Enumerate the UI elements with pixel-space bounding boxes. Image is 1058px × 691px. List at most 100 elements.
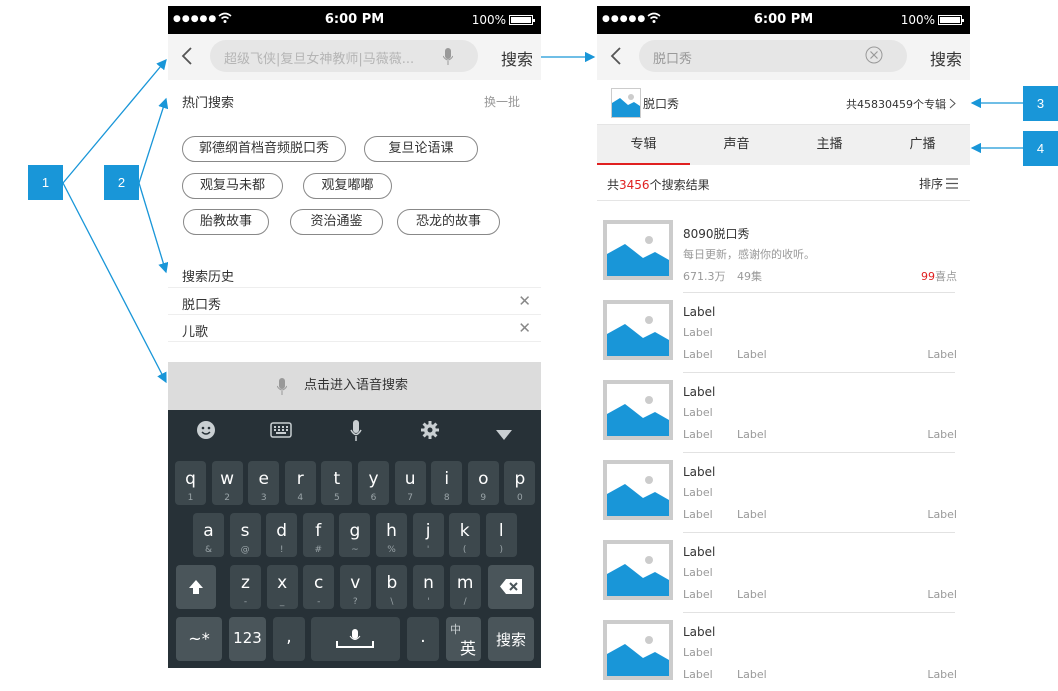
key-n[interactable]: n ' xyxy=(413,565,444,609)
gear-icon[interactable] xyxy=(418,420,442,445)
key-q[interactable]: q1 xyxy=(175,461,206,505)
result-subtitle: 每日更新，感谢你的收听。 xyxy=(683,248,815,261)
symbol-key[interactable]: ~* xyxy=(176,617,222,661)
backspace-key[interactable] xyxy=(488,565,534,609)
hot-tag[interactable]: 复旦论语课 xyxy=(364,136,478,162)
tab-sounds[interactable]: 声音 xyxy=(690,125,783,165)
tab-hosts[interactable]: 主播 xyxy=(783,125,876,165)
key-h[interactable]: h% xyxy=(376,513,407,557)
tab-albums[interactable]: 专辑 xyxy=(597,125,690,165)
key-label: p xyxy=(514,469,526,489)
key-l[interactable]: l) xyxy=(485,513,517,557)
album-cover-image xyxy=(603,300,673,360)
hot-tag[interactable]: 观复嘟嘟 xyxy=(303,173,392,199)
key-a[interactable]: a & xyxy=(193,513,224,557)
key-f[interactable]: f # xyxy=(302,513,334,557)
key-o[interactable]: o9 xyxy=(467,461,499,505)
microphone-icon[interactable] xyxy=(344,420,368,447)
result-likes: Label xyxy=(927,588,957,601)
hot-tag[interactable]: 恐龙的故事 xyxy=(397,209,500,235)
search-input[interactable]: 超级飞侠|复旦女神教师|马薇薇... xyxy=(210,40,478,72)
result-item[interactable]: Label Label Label Label Label xyxy=(603,613,961,691)
album-cover-image xyxy=(603,460,673,520)
key-u[interactable]: u7 xyxy=(394,461,426,505)
key-b[interactable]: b \ xyxy=(376,565,408,609)
key-p[interactable]: p0 xyxy=(504,461,536,505)
history-item[interactable]: 脱口秀 ✕ xyxy=(168,288,541,315)
key-x[interactable]: x _ xyxy=(266,565,298,609)
key-d[interactable]: d! xyxy=(266,513,298,557)
key-label: c xyxy=(314,573,324,593)
sort-button[interactable]: 排序 xyxy=(919,175,958,192)
shift-key[interactable] xyxy=(176,565,216,609)
result-likes: 99喜点 xyxy=(921,268,957,284)
key-secondary-label: ~ xyxy=(351,545,359,555)
clear-input-icon[interactable] xyxy=(865,46,883,64)
tab-radio[interactable]: 广播 xyxy=(876,125,969,165)
key-label: x xyxy=(277,573,288,593)
number-key-label: 123 xyxy=(233,629,262,647)
voice-search-bar[interactable]: 点击进入语音搜索 xyxy=(168,362,541,410)
result-item[interactable]: 8090脱口秀 每日更新，感谢你的收听。 671.3万 49集 99喜点 xyxy=(603,213,961,293)
topic-banner[interactable]: 脱口秀 共45830459个专辑 xyxy=(597,80,970,125)
result-episodes: 49集 xyxy=(737,270,762,283)
key-label: b xyxy=(386,573,398,593)
key-v[interactable]: v? xyxy=(339,565,371,609)
hot-tag[interactable]: 观复马未都 xyxy=(182,173,283,199)
result-item[interactable]: Label Label Label Label Label xyxy=(603,453,961,533)
keyboard-icon[interactable] xyxy=(269,422,293,443)
result-subtitle: Label xyxy=(683,566,713,579)
hot-tag[interactable]: 郭德纲首档音频脱口秀 xyxy=(182,136,346,162)
search-button[interactable]: 搜索 xyxy=(501,46,533,70)
close-icon[interactable]: ✕ xyxy=(518,319,531,337)
result-count-number: 3456 xyxy=(619,178,650,192)
close-icon[interactable]: ✕ xyxy=(518,292,531,310)
period-key[interactable]: . xyxy=(407,617,439,661)
key-c[interactable]: c- xyxy=(303,565,335,609)
result-item[interactable]: Label Label Label Label Label xyxy=(603,293,961,373)
key-m[interactable]: m / xyxy=(449,565,481,609)
key-j[interactable]: j ' xyxy=(412,513,444,557)
result-item[interactable]: Label Label Label Label Label xyxy=(603,533,961,613)
language-switch-key[interactable]: 中 英 xyxy=(446,617,481,661)
key-secondary-label: 3 xyxy=(260,493,267,503)
key-i[interactable]: i8 xyxy=(431,461,463,505)
hot-tag[interactable]: 胎教故事 xyxy=(183,209,269,235)
key-k[interactable]: k( xyxy=(449,513,481,557)
back-arrow-icon[interactable] xyxy=(609,46,623,66)
key-g[interactable]: g ~ xyxy=(339,513,371,557)
search-button[interactable]: 搜索 xyxy=(930,46,962,70)
album-cover-image xyxy=(603,540,673,600)
key-label: o xyxy=(478,469,489,489)
key-secondary-label: 7 xyxy=(407,493,413,503)
emoji-icon[interactable] xyxy=(194,420,218,445)
key-label: r xyxy=(296,469,304,489)
space-key[interactable] xyxy=(311,617,400,661)
key-w[interactable]: w2 xyxy=(211,461,243,505)
history-item[interactable]: 儿歌 ✕ xyxy=(168,315,541,342)
key-label: v xyxy=(350,573,361,593)
tab-label: 专辑 xyxy=(630,137,657,152)
battery-icon xyxy=(938,15,964,25)
keyboard-search-key[interactable]: 搜索 xyxy=(488,617,534,661)
key-z[interactable]: z- xyxy=(230,565,261,609)
refresh-button[interactable]: 换一批 xyxy=(484,93,520,110)
key-s[interactable]: s @ xyxy=(229,513,261,557)
key-label: f xyxy=(315,521,322,541)
key-t[interactable]: t5 xyxy=(321,461,353,505)
result-tabs: 专辑 声音 主播 广播 xyxy=(597,125,970,165)
comma-key[interactable]: , xyxy=(273,617,305,661)
voice-search-label: 点击进入语音搜索 xyxy=(304,378,409,393)
key-r[interactable]: r4 xyxy=(284,461,316,505)
back-arrow-icon[interactable] xyxy=(180,46,194,66)
result-title: Label xyxy=(683,305,716,319)
collapse-keyboard-icon[interactable] xyxy=(492,424,516,445)
key-y[interactable]: y6 xyxy=(358,461,389,505)
microphone-icon[interactable] xyxy=(443,48,453,66)
key-e[interactable]: e3 xyxy=(248,461,280,505)
result-likes: Label xyxy=(927,668,957,681)
hot-tag[interactable]: 资治通鉴 xyxy=(290,209,383,235)
number-key[interactable]: 123 xyxy=(229,617,266,661)
result-item[interactable]: Label Label Label Label Label xyxy=(603,373,961,453)
active-tab-indicator xyxy=(597,163,690,165)
